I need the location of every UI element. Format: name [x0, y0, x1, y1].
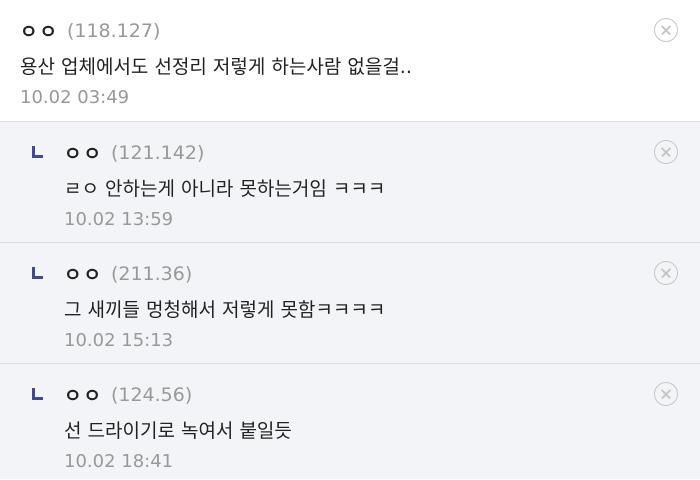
reply-date: 10.02 15:13 — [64, 330, 174, 351]
reply-nickname[interactable]: ㅇㅇ — [64, 260, 103, 287]
comment-list: ㅇㅇ (118.127) 용산 업체에서도 선정리 저렇게 하는사람 없을걸..… — [0, 0, 700, 480]
reply-arrow-icon — [31, 146, 44, 159]
reply-date: 10.02 13:59 — [64, 209, 174, 230]
reply-header: ㅇㅇ (211.36) — [31, 260, 192, 287]
reply-arrow-icon — [31, 267, 44, 280]
reply-item: ㅇㅇ (124.56) 선 드라이기로 녹여서 붙일듯 10.02 18:41 — [0, 364, 700, 479]
reply-ip: (211.36) — [110, 262, 193, 285]
reply-item: ㅇㅇ (121.142) ㄹㅇ 안하는게 아니라 못하는거임 ㅋㅋㅋ 10.02… — [0, 122, 700, 243]
reply-ip: (124.56) — [110, 383, 193, 406]
comment-ip: (118.127) — [66, 19, 161, 42]
reply-nickname[interactable]: ㅇㅇ — [64, 139, 103, 166]
reply-item: ㅇㅇ (211.36) 그 새끼들 멍청해서 저렇게 못함ㅋㅋㅋㅋ 10.02 … — [0, 243, 700, 364]
reply-text: ㄹㅇ 안하는게 아니라 못하는거임 ㅋㅋㅋ — [64, 178, 386, 200]
comment-date: 10.02 03:49 — [20, 87, 130, 108]
reply-text: 그 새끼들 멍청해서 저렇게 못함ㅋㅋㅋㅋ — [64, 299, 386, 321]
reply-header: ㅇㅇ (121.142) — [31, 139, 204, 166]
delete-reply-button[interactable] — [654, 140, 678, 164]
reply-date: 10.02 18:41 — [64, 451, 174, 472]
comment-text: 용산 업체에서도 선정리 저렇게 하는사람 없을걸.. — [20, 56, 412, 78]
comment-nickname[interactable]: ㅇㅇ — [20, 17, 59, 44]
reply-ip: (121.142) — [110, 141, 205, 164]
reply-nickname[interactable]: ㅇㅇ — [64, 381, 103, 408]
delete-comment-button[interactable] — [654, 18, 678, 42]
reply-arrow-icon — [31, 388, 44, 401]
comment-item: ㅇㅇ (118.127) 용산 업체에서도 선정리 저렇게 하는사람 없을걸..… — [0, 0, 700, 122]
reply-header: ㅇㅇ (124.56) — [31, 381, 192, 408]
comment-header: ㅇㅇ (118.127) — [20, 17, 160, 44]
reply-text: 선 드라이기로 녹여서 붙일듯 — [64, 420, 292, 442]
delete-reply-button[interactable] — [654, 382, 678, 406]
delete-reply-button[interactable] — [654, 261, 678, 285]
